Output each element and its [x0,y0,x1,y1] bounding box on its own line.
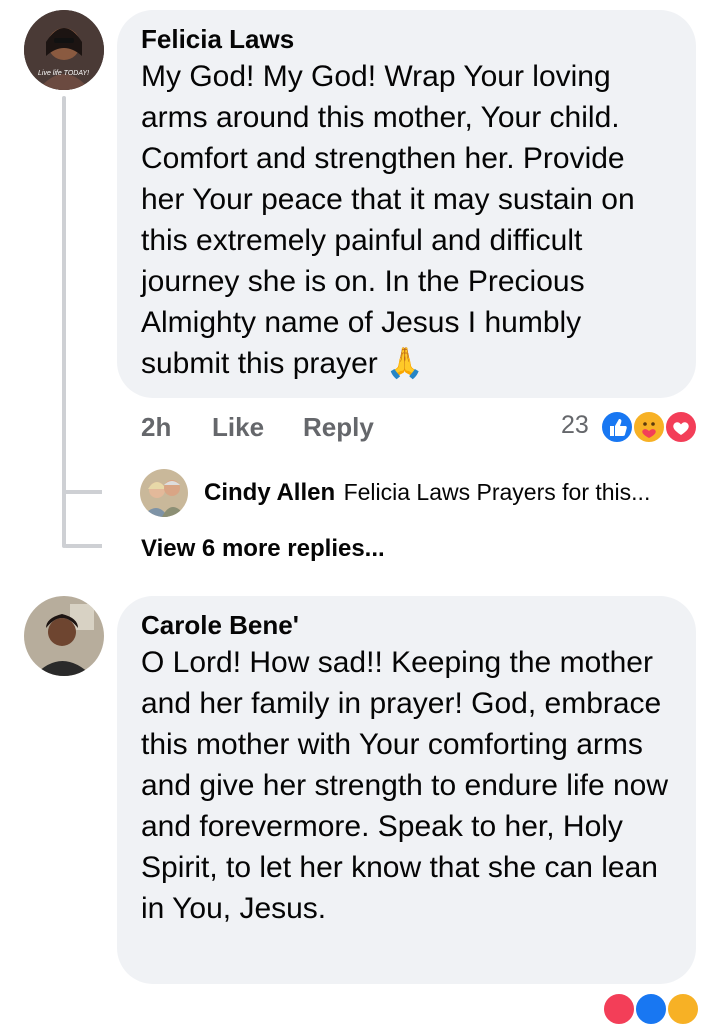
comment-bubble-carole: Carole Bene' O Lord! How sad!! Keeping t… [117,596,696,984]
view-more-replies-link[interactable]: View 6 more replies... [141,535,385,563]
comment-author[interactable]: Felicia Laws [141,24,672,54]
comment-text: O Lord! How sad!! Keeping the mother and… [141,646,669,925]
avatar-photo [140,469,188,517]
avatar-felicia-laws[interactable]: Live life TODAY! [24,10,104,90]
love-icon[interactable] [602,992,636,1026]
avatar-cindy-allen[interactable] [140,469,188,517]
comment-author[interactable]: Carole Bene' [141,610,672,640]
reply-preview-text: Felicia Laws Prayers for this... [343,479,651,505]
comment-bubble-felicia: Felicia Laws My God! My God! Wrap Your l… [117,10,696,398]
avatar-carole-bene[interactable] [24,596,104,676]
comment-text: My God! My God! Wrap Your loving arms ar… [141,60,635,380]
like-icon[interactable] [634,992,668,1026]
comment-timestamp[interactable]: 2h [141,412,171,443]
reaction-count[interactable]: 23 [561,411,589,440]
reply-button[interactable]: Reply [303,412,374,443]
reply-author[interactable]: Cindy Allen [204,479,335,506]
avatar-caption: Live life TODAY! [38,70,90,77]
like-button[interactable]: Like [212,412,264,443]
thread-line-vertical [62,96,66,548]
avatar-photo [24,10,104,90]
care-icon[interactable] [666,992,700,1026]
like-icon[interactable] [600,410,634,444]
love-icon[interactable] [664,410,698,444]
thread-line-branch-reply [62,490,102,494]
avatar-photo [24,596,104,676]
reply-preview[interactable]: Cindy Allen Felicia Laws Prayers for thi… [204,479,650,507]
care-icon[interactable] [632,410,666,444]
thread-line-branch-more [62,544,102,548]
